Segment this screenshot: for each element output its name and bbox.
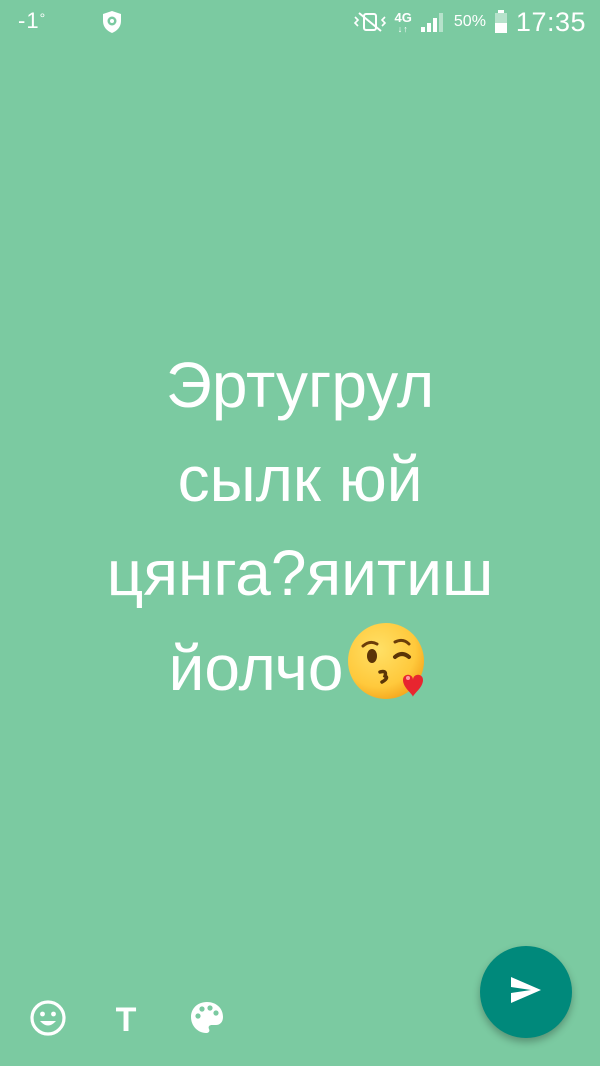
status-text-line-3: цянга?яитиш <box>106 537 494 609</box>
status-text-line-4: йолчо <box>0 620 600 715</box>
status-text-line-4-text: йолчо <box>168 632 344 704</box>
text-style-button[interactable]: T <box>104 998 148 1042</box>
status-icons: 4G ↓↑ 50% 17:35 <box>353 6 586 38</box>
face-blowing-kiss-emoji <box>345 620 431 706</box>
shield-icon <box>100 10 124 34</box>
network-type-indicator: 4G ↓↑ <box>395 11 412 34</box>
network-type-label: 4G <box>394 9 412 25</box>
data-activity-arrows: ↓↑ <box>397 23 409 34</box>
text-style-label: T <box>115 1000 137 1039</box>
emoji-icon <box>29 999 67 1042</box>
clock-time: 17:35 <box>515 6 586 37</box>
background-color-button[interactable] <box>185 998 229 1042</box>
emoji-button[interactable] <box>26 998 70 1042</box>
status-compose-screen: -1° 4G ↓↑ 50% 17:35 Эртугрул сылк юй цян… <box>0 0 600 1066</box>
send-button[interactable] <box>480 946 572 1038</box>
temperature-value: -1 <box>18 8 40 33</box>
send-icon <box>509 975 543 1010</box>
signal-icon <box>420 11 446 33</box>
status-text-line-1: Эртугрул <box>165 349 435 421</box>
temperature-unit: ° <box>39 10 47 26</box>
status-text-input[interactable]: Эртугрул сылк юй цянга?яитиш йолчо <box>0 338 600 715</box>
weather-temperature: -1° <box>18 8 46 34</box>
battery-percentage: 50% <box>453 13 486 30</box>
battery-icon <box>494 10 508 34</box>
vibrate-mute-icon <box>353 11 387 33</box>
status-text-line-2: сылк юй <box>177 443 423 515</box>
palette-icon <box>188 999 226 1042</box>
status-bar: -1° 4G ↓↑ 50% 17:35 <box>0 0 600 44</box>
